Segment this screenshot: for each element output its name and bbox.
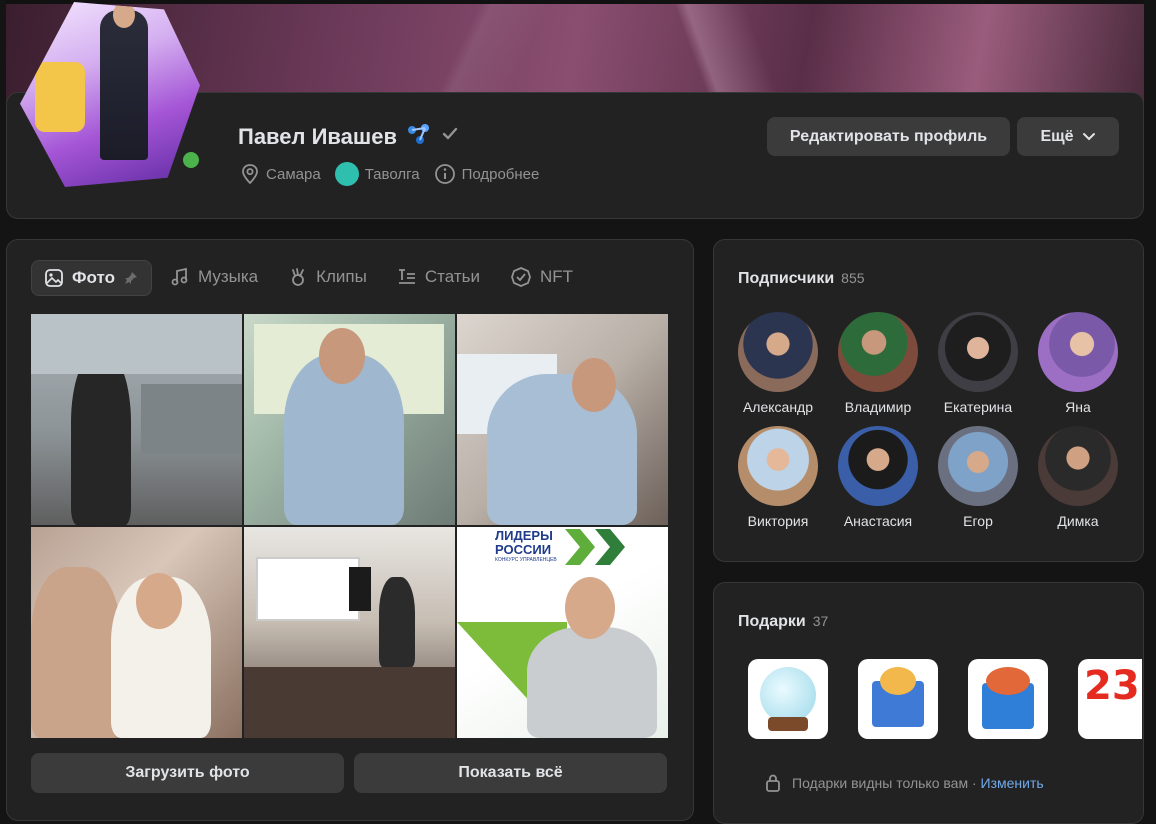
avatar <box>938 426 1018 506</box>
photo-tile[interactable] <box>457 314 668 525</box>
tab-clips[interactable]: Клипы <box>276 260 379 294</box>
avatar <box>938 312 1018 392</box>
verified-check-icon <box>441 125 459 148</box>
followers-grid: Александр Владимир Екатерина Яна Виктори… <box>728 312 1128 529</box>
photo-tile[interactable] <box>244 527 455 738</box>
upload-photo-button[interactable]: Загрузить фото <box>31 753 344 793</box>
nft-badge-icon <box>511 267 531 287</box>
follower-name: Егор <box>963 513 993 529</box>
profile-details-link[interactable]: Подробнее <box>434 163 540 185</box>
tab-nft-label: NFT <box>539 267 573 286</box>
avatar-person <box>100 10 148 160</box>
media-actions: Загрузить фото Показать всё <box>31 753 667 793</box>
online-status-indicator <box>180 149 202 171</box>
emoji-status-icon[interactable] <box>405 122 433 151</box>
avatar-image <box>20 2 200 187</box>
lock-icon <box>766 774 780 792</box>
follower-name: Димка <box>1057 513 1099 529</box>
details-label: Подробнее <box>461 165 540 183</box>
gift-box-cat[interactable] <box>858 659 938 739</box>
gifts-card: Подарки 37 23 Подарки видны только вам ·… <box>713 582 1144 824</box>
tab-music[interactable]: Музыка <box>158 260 270 294</box>
tab-articles-label: Статьи <box>424 267 480 286</box>
music-note-icon <box>171 267 188 286</box>
gifts-title[interactable]: Подарки 37 <box>738 613 828 631</box>
pin-icon[interactable] <box>123 270 139 286</box>
avatar <box>1038 426 1118 506</box>
follower-name: Анастасия <box>843 513 913 529</box>
location-pin-icon <box>242 164 258 185</box>
tab-nft[interactable]: NFT <box>498 260 585 294</box>
info-icon <box>434 164 455 184</box>
photo-poster-title: ЛИДЕРЫ РОССИИ <box>495 528 553 557</box>
photo-tile[interactable] <box>31 527 242 738</box>
avatar <box>738 312 818 392</box>
follower-name: Александр <box>742 399 814 415</box>
follower-item[interactable]: Виктория <box>728 426 828 529</box>
follower-name: Екатерина <box>943 399 1013 415</box>
profile-city[interactable]: Самара <box>240 163 321 185</box>
gifts-note-text: Подарки видны только вам · <box>792 775 977 791</box>
media-card: Фото Музыка Клипы Статьи NFT ЛИДЕРЫ РОСС… <box>6 239 694 821</box>
chevron-down-icon <box>1082 132 1095 140</box>
tab-photos[interactable]: Фото <box>31 260 152 296</box>
gift-snow-globe[interactable] <box>748 659 828 739</box>
more-button[interactable]: Ещё <box>1017 117 1119 156</box>
photo-tile[interactable] <box>31 314 242 525</box>
more-label: Ещё <box>1040 127 1074 145</box>
follower-item[interactable]: Димка <box>1028 426 1128 529</box>
gift-box-character[interactable] <box>968 659 1048 739</box>
tab-clips-label: Клипы <box>316 267 367 286</box>
photo-grid: ЛИДЕРЫ РОССИИ КОНКУРС УПРАВЛЕНЦЕВ <box>31 314 669 738</box>
gifts-row <box>748 659 1048 739</box>
image-icon <box>45 269 63 287</box>
gifts-privacy-note: Подарки видны только вам · Изменить <box>764 773 1044 793</box>
follower-name: Виктория <box>747 513 809 529</box>
avatar-head <box>113 2 135 28</box>
follower-item[interactable]: Яна <box>1028 312 1128 415</box>
followers-count: 855 <box>841 270 865 286</box>
follower-item[interactable]: Владимир <box>828 312 928 415</box>
follower-name: Владимир <box>844 399 912 415</box>
group-avatar-icon <box>334 162 359 186</box>
photo-poster-subtitle: КОНКУРС УПРАВЛЕНЦЕВ <box>495 557 557 563</box>
avatar <box>838 426 918 506</box>
follower-item[interactable]: Екатерина <box>928 312 1028 415</box>
group-label: Таволга <box>364 165 420 183</box>
followers-card: Подписчики 855 Александр Владимир Екатер… <box>713 239 1144 562</box>
followers-title[interactable]: Подписчики 855 <box>738 270 865 288</box>
media-tabs: Фото Музыка Клипы Статьи NFT <box>31 260 585 296</box>
article-icon <box>398 269 415 284</box>
tab-music-label: Музыка <box>197 267 259 286</box>
clips-icon <box>292 268 305 286</box>
follower-item[interactable]: Анастасия <box>828 426 928 529</box>
avatar <box>738 426 818 506</box>
profile-name-row: Павел Ивашев <box>238 122 459 151</box>
change-privacy-link[interactable]: Изменить <box>981 775 1044 791</box>
followers-title-label: Подписчики <box>738 270 835 287</box>
avatar <box>1038 312 1118 392</box>
gift-23-february[interactable]: 23 <box>1078 659 1142 739</box>
photo-tile[interactable]: ЛИДЕРЫ РОССИИ КОНКУРС УПРАВЛЕНЦЕВ <box>457 527 668 738</box>
profile-name: Павел Ивашев <box>238 123 397 149</box>
follower-name: Яна <box>1065 399 1091 415</box>
tab-photos-label: Фото <box>72 268 115 287</box>
gifts-count: 37 <box>812 613 829 629</box>
avatar-logo-shape <box>35 62 85 132</box>
avatar <box>838 312 918 392</box>
gift-23-text: 23 <box>1084 663 1140 709</box>
tab-articles[interactable]: Статьи <box>385 260 492 294</box>
follower-item[interactable]: Александр <box>728 312 828 415</box>
show-all-button[interactable]: Показать всё <box>354 753 667 793</box>
gifts-title-label: Подарки <box>738 613 806 630</box>
profile-group[interactable]: Таволга <box>334 162 420 186</box>
photo-tile[interactable] <box>244 314 455 525</box>
profile-meta: Самара Таволга Подробнее <box>240 162 539 186</box>
city-label: Самара <box>266 165 321 183</box>
follower-item[interactable]: Егор <box>928 426 1028 529</box>
profile-avatar[interactable] <box>20 2 210 192</box>
edit-profile-button[interactable]: Редактировать профиль <box>767 117 1010 156</box>
